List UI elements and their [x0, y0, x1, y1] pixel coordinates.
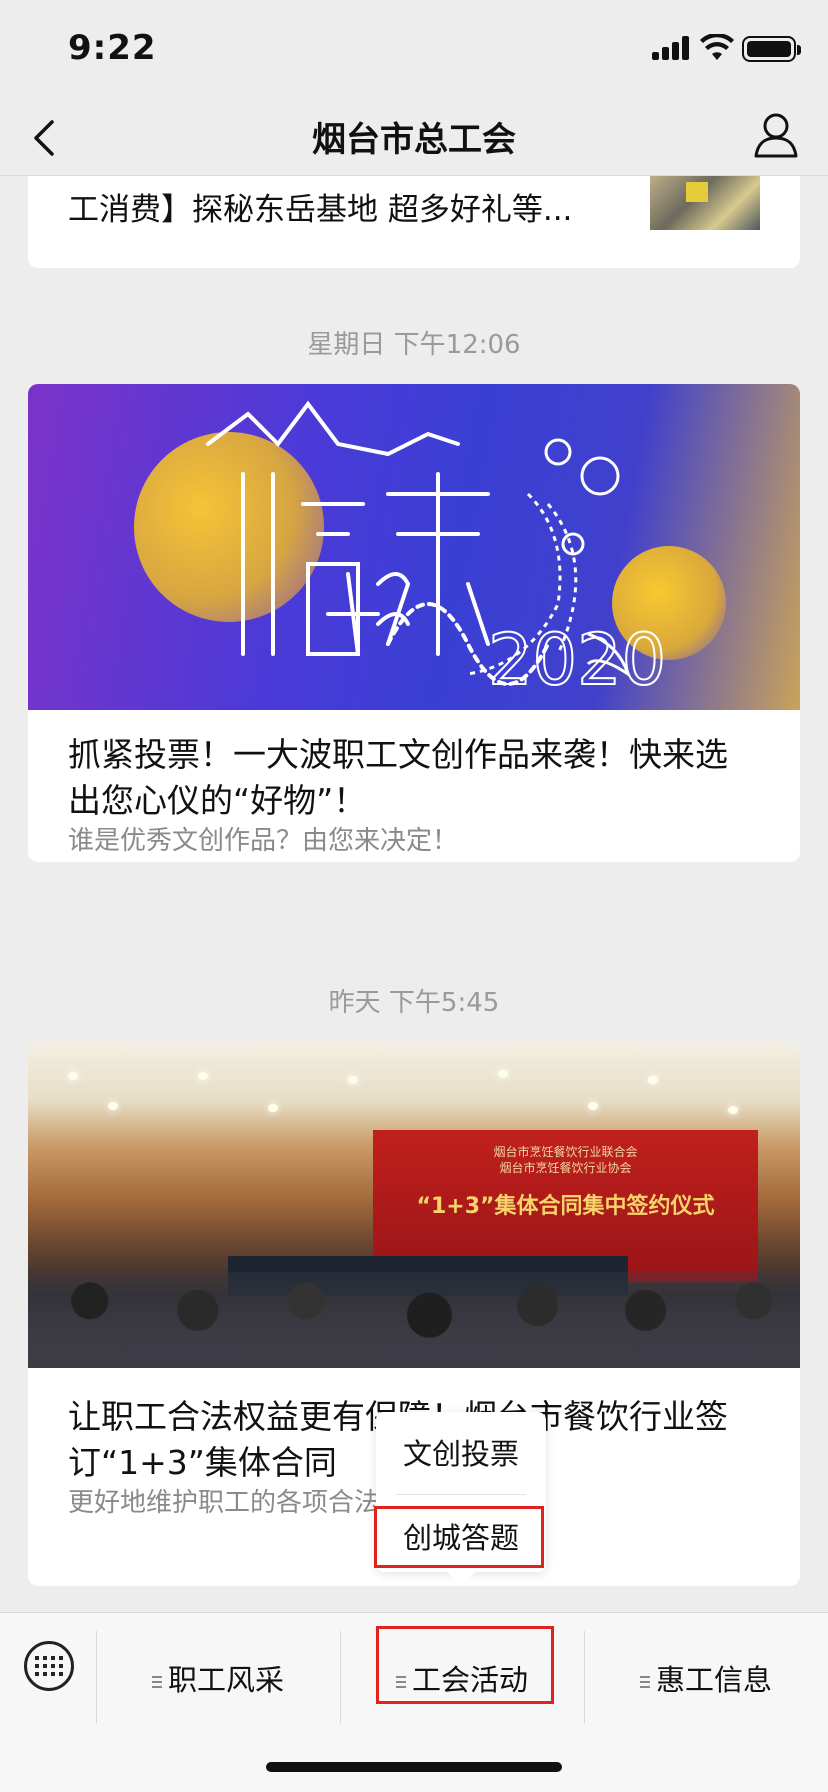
home-indicator[interactable] [266, 1762, 562, 1772]
menu-list-icon [639, 1676, 650, 1688]
keyboard-toggle-icon[interactable] [24, 1641, 74, 1691]
article-cover-image: 2020 [28, 384, 800, 710]
article-feed[interactable]: 工消费】探秘东岳基地 超多好礼等... 星期日 下午12:06 2020 抓紧投… [0, 176, 828, 1612]
submenu-item-creative-vote[interactable]: 文创投票 [376, 1422, 546, 1486]
article-thumbnail [650, 176, 760, 230]
menu-list-icon [151, 1676, 162, 1688]
menu-button-union-activities[interactable]: 工会活动 [340, 1637, 584, 1723]
profile-icon[interactable] [752, 110, 800, 160]
status-time: 9:22 [68, 28, 157, 68]
submenu-item-city-quiz[interactable]: 创城答题 [376, 1506, 546, 1570]
cellular-signal-icon [652, 36, 692, 60]
article-title: 工消费】探秘东岳基地 超多好礼等... [68, 192, 573, 228]
article-description: 谁是优秀文创作品？由您来决定！ [68, 826, 459, 856]
message-timestamp: 昨天 下午5:45 [328, 988, 500, 1018]
submenu-popup: 文创投票 创城答题 [376, 1412, 546, 1587]
banner-title: “1+3”集体合同集中签约仪式 [416, 1194, 715, 1219]
menu-button-staff-style[interactable]: 职工风采 [96, 1637, 340, 1723]
page-title: 烟台市总工会 [312, 120, 516, 160]
svg-text:2020: 2020 [488, 619, 666, 701]
article-card-previous[interactable]: 工消费】探秘东岳基地 超多好礼等... [28, 176, 800, 268]
article-card[interactable]: 2020 抓紧投票！一大波职工文创作品来袭！快来选出您心仪的“好物”！ 谁是优秀… [28, 384, 800, 862]
navigation-bar: 烟台市总工会 [0, 100, 828, 176]
battery-icon [742, 36, 801, 62]
article-title: 抓紧投票！一大波职工文创作品来袭！快来选出您心仪的“好物”！ [68, 735, 728, 820]
banner-organizer-text: 烟台市烹饪餐饮行业联合会 烟台市烹饪餐饮行业协会 [493, 1145, 638, 1175]
menu-button-benefit-info[interactable]: 惠工信息 [584, 1637, 828, 1723]
menu-list-icon [395, 1676, 406, 1688]
message-timestamp: 星期日 下午12:06 [307, 330, 521, 360]
wifi-icon [700, 34, 734, 60]
article-cover-image: 烟台市烹饪餐饮行业联合会 烟台市烹饪餐饮行业协会 “1+3”集体合同集中签约仪式 [28, 1042, 800, 1368]
status-bar: 9:22 [0, 0, 828, 100]
